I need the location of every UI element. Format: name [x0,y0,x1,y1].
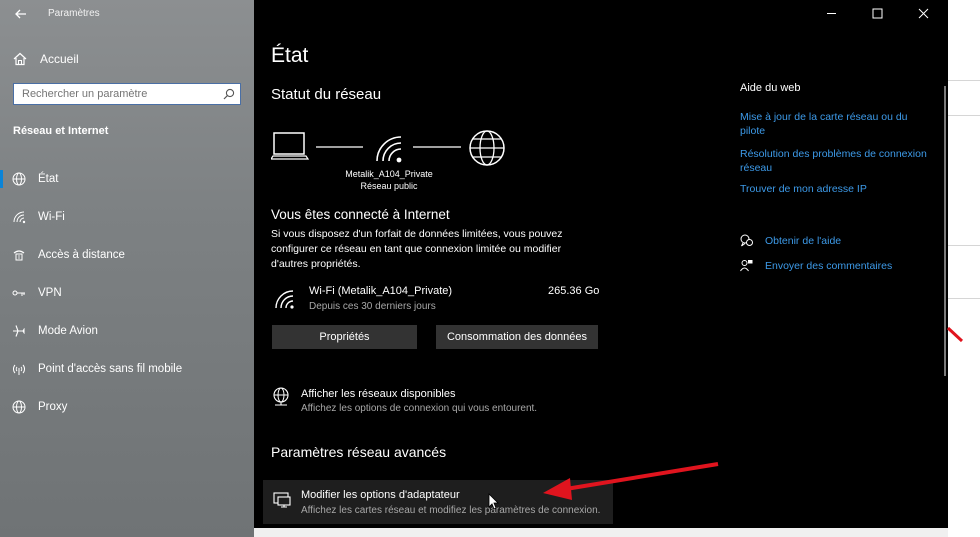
internet-globe-icon [469,130,505,166]
maximize-icon [872,8,882,18]
sidebar-item-label: Proxy [38,401,68,413]
show-available-networks[interactable]: Afficher les réseaux disponibles Affiche… [271,385,601,421]
wifi-icon [13,211,26,224]
connected-description: Si vous disposez d'un forfait de données… [271,228,563,270]
network-globe-icon [273,387,289,406]
title-bar: Paramètres [0,0,254,28]
sidebar-item-label: Accès à distance [38,249,125,261]
background-divider [948,298,980,299]
background-taskbar-strip [254,528,948,537]
adapter-options-subtitle: Affichez les cartes réseau et modifiez l… [301,505,601,516]
main-panel: État Statut du réseau Metalik_A104_Priva… [254,0,948,528]
sidebar-item-label: Mode Avion [38,325,98,337]
link-find-ip[interactable]: Trouver de mon adresse IP [740,182,930,196]
home-label: Accueil [40,52,79,66]
app-title: Paramètres [48,8,100,19]
sidebar-item-label: Point d'accès sans fil mobile [38,363,183,375]
maximize-button[interactable] [854,0,900,26]
hotspot-icon [13,364,25,375]
home-icon [13,52,27,66]
sidebar-item-label: Wi-Fi [38,211,65,223]
network-name: Metalik_A104_Private [345,169,433,179]
minimize-icon [826,12,836,14]
sidebar-item-proxy[interactable]: Proxy [0,388,254,426]
data-usage-button[interactable]: Consommation des données [436,325,598,349]
properties-button[interactable]: Propriétés [272,325,417,349]
back-arrow-icon[interactable] [12,5,30,23]
close-button[interactable] [900,0,946,26]
globe-status-icon [12,172,26,186]
network-adapter-icon [273,492,291,508]
get-help-label: Obtenir de l'aide [765,234,842,247]
advanced-settings-heading: Paramètres réseau avancés [271,444,447,460]
scrollbar[interactable] [944,86,946,376]
sidebar-nav: État Wi-Fi Accès à distance VPN Mode Avi… [0,160,254,426]
wifi-data-usage: 265.36 Go [548,285,600,297]
search-icon[interactable] [223,88,235,100]
sidebar-item-acces-distance[interactable]: Accès à distance [0,236,254,274]
background-divider [948,245,980,246]
vpn-icon [12,290,25,296]
sidebar-item-vpn[interactable]: VPN [0,274,254,312]
search-box[interactable] [13,83,241,105]
link-update-driver[interactable]: Mise à jour de la carte réseau ou du pil… [740,110,930,138]
home-nav-item[interactable]: Accueil [12,48,242,70]
wifi-signal-icon [376,136,402,163]
proxy-globe-icon [12,400,26,414]
available-networks-subtitle: Affichez les options de connexion qui vo… [301,403,538,414]
section-title: Réseau et Internet [13,125,109,137]
connected-title: Vous êtes connecté à Internet [271,207,450,222]
laptop-icon [271,132,310,160]
background-divider [948,115,980,116]
wifi-usage-row: Wi-Fi (Metalik_A104_Private) Depuis ces … [274,283,604,315]
link-troubleshoot[interactable]: Résolution des problèmes de connexion ré… [740,147,930,175]
background-divider [948,80,980,81]
dialup-icon [13,250,25,261]
sidebar-item-point-acces[interactable]: Point d'accès sans fil mobile [0,350,254,388]
close-icon [918,8,928,18]
minimize-button[interactable] [808,0,854,26]
web-help-title: Aide du web [740,82,801,94]
wifi-period: Depuis ces 30 derniers jours [309,301,436,312]
sidebar: Paramètres Accueil Réseau et Internet Ét… [0,0,254,537]
get-help-link[interactable]: Obtenir de l'aide [740,234,841,247]
sidebar-item-wifi[interactable]: Wi-Fi [0,198,254,236]
window-controls [808,0,948,26]
wifi-icon [275,290,294,309]
page-title: État [271,44,309,67]
network-caption: Metalik_A104_Private Réseau public [334,168,444,192]
wifi-connection-name: Wi-Fi (Metalik_A104_Private) [309,285,453,297]
network-status-heading: Statut du réseau [271,86,382,103]
help-chat-icon [740,234,753,247]
feedback-person-icon [740,260,753,272]
sidebar-item-mode-avion[interactable]: Mode Avion [0,312,254,350]
airplane-icon [13,325,25,337]
network-type: Réseau public [360,181,418,191]
sidebar-item-label: État [38,173,59,185]
sidebar-item-etat[interactable]: État [0,160,254,198]
send-feedback-link[interactable]: Envoyer des commentaires [740,259,892,272]
sidebar-item-label: VPN [38,287,62,299]
send-feedback-label: Envoyer des commentaires [765,259,893,272]
available-networks-title: Afficher les réseaux disponibles [301,388,456,400]
search-input[interactable] [14,84,214,104]
change-adapter-options[interactable]: Modifier les options d'adaptateur Affich… [263,480,613,524]
adapter-options-title: Modifier les options d'adaptateur [301,489,460,501]
